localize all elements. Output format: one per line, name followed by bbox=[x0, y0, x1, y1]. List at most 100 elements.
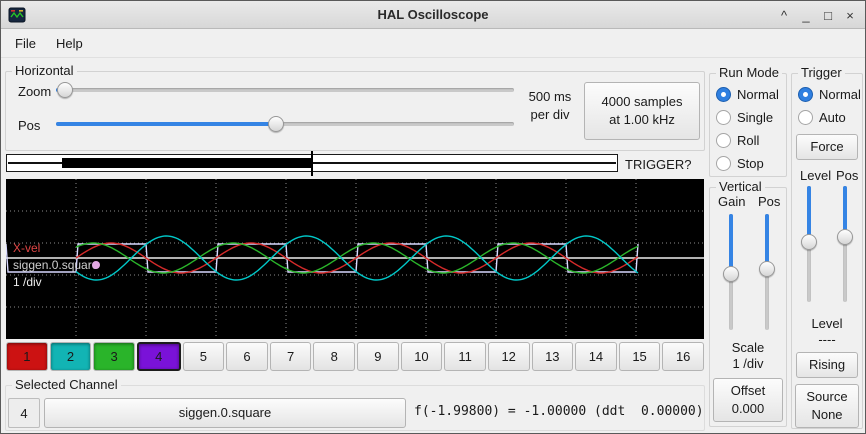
channel-button-14[interactable]: 14 bbox=[575, 342, 617, 371]
scope-display: X-vel siggen.0.square 1 /div bbox=[6, 179, 704, 339]
channel-number: 16 bbox=[676, 349, 690, 364]
pos-label: Pos bbox=[18, 118, 40, 133]
trigger-status-text: TRIGGER? bbox=[625, 157, 691, 172]
trigger-pos-label: Pos bbox=[836, 168, 858, 183]
per-div-line2: per div bbox=[520, 106, 580, 124]
pos-slider[interactable] bbox=[56, 114, 514, 134]
trigger-source-value: None bbox=[811, 406, 842, 424]
channel-button-row: 1 2 3 4 5 6 7 8 9 10 11 12 13 14 15 16 bbox=[6, 342, 704, 371]
channel-number: 14 bbox=[589, 349, 603, 364]
trigger-pos-slider[interactable] bbox=[836, 186, 854, 302]
close-button[interactable]: × bbox=[839, 4, 861, 26]
radio-icon[interactable] bbox=[716, 156, 731, 171]
radio-icon[interactable] bbox=[716, 87, 731, 102]
selected-trace-label: siggen.0.square bbox=[13, 258, 98, 272]
trigger-normal[interactable]: Normal bbox=[798, 86, 861, 102]
run-mode-normal[interactable]: Normal bbox=[716, 86, 779, 102]
offset-button[interactable]: Offset 0.000 bbox=[713, 378, 783, 422]
channel-number: 15 bbox=[632, 349, 646, 364]
run-mode-stop[interactable]: Stop bbox=[716, 155, 764, 171]
zoom-label: Zoom bbox=[18, 84, 51, 99]
force-button[interactable]: Force bbox=[796, 134, 858, 160]
trigger-edge-button[interactable]: Rising bbox=[796, 352, 858, 378]
run-mode-single[interactable]: Single bbox=[716, 109, 773, 125]
trigger-level-slider-handle[interactable] bbox=[801, 234, 817, 250]
app-icon bbox=[8, 6, 26, 24]
menu-item-file[interactable]: File bbox=[5, 32, 46, 55]
channel-button-16[interactable]: 16 bbox=[662, 342, 704, 371]
run-mode-group: Run Mode Normal Single Roll Stop bbox=[709, 73, 787, 177]
gain-slider-fill bbox=[729, 214, 733, 274]
vertical-pos-label: Pos bbox=[758, 194, 780, 209]
channel-number: 5 bbox=[200, 349, 207, 364]
channel-button-10[interactable]: 10 bbox=[401, 342, 443, 371]
trigger-auto[interactable]: Auto bbox=[798, 109, 846, 125]
trigger-source-button[interactable]: Source None bbox=[795, 384, 859, 428]
channel-number: 6 bbox=[243, 349, 250, 364]
offset-caption: Offset bbox=[731, 382, 765, 400]
channel-button-6[interactable]: 6 bbox=[226, 342, 268, 371]
trigger-pos-slider-handle[interactable] bbox=[837, 229, 853, 245]
maximize-button[interactable]: □ bbox=[817, 4, 839, 26]
channel-button-15[interactable]: 15 bbox=[619, 342, 661, 371]
channel-source-button[interactable]: siggen.0.square bbox=[44, 398, 406, 428]
radio-icon[interactable] bbox=[716, 133, 731, 148]
channel-button-11[interactable]: 11 bbox=[444, 342, 486, 371]
radio-label: Normal bbox=[737, 87, 779, 102]
pos-slider-handle[interactable] bbox=[268, 116, 284, 132]
channel-button-8[interactable]: 8 bbox=[313, 342, 355, 371]
trigger-group: Trigger Normal Auto Force Level Pos Leve… bbox=[791, 73, 863, 429]
selected-channel-label: Selected Channel bbox=[12, 377, 121, 392]
menubar: File Help bbox=[1, 30, 865, 58]
zoom-slider-handle[interactable] bbox=[57, 82, 73, 98]
channel-readout: f(-1.99800) = -1.00000 (ddt 0.00000) bbox=[414, 404, 704, 419]
minimize-button[interactable]: _ bbox=[795, 4, 817, 26]
trace-scale-label: 1 /div bbox=[13, 275, 42, 289]
trigger-source-caption: Source bbox=[806, 388, 847, 406]
per-div-line1: 500 ms bbox=[520, 88, 580, 106]
selected-channel-group: Selected Channel 4 siggen.0.square f(-1.… bbox=[5, 385, 705, 431]
samples-line1: 4000 samples bbox=[602, 93, 683, 111]
zoom-slider[interactable] bbox=[56, 80, 514, 100]
run-mode-group-label: Run Mode bbox=[716, 65, 782, 80]
vertical-pos-slider-handle[interactable] bbox=[759, 261, 775, 277]
radio-label: Roll bbox=[737, 133, 759, 148]
radio-label: Auto bbox=[819, 110, 846, 125]
vertical-pos-slider[interactable] bbox=[758, 214, 776, 330]
channel-number: 2 bbox=[67, 349, 74, 364]
trigger-level-value: ---- bbox=[792, 332, 862, 347]
record-timeline bbox=[6, 154, 618, 172]
channel-button-13[interactable]: 13 bbox=[532, 342, 574, 371]
channel-number: 3 bbox=[110, 349, 117, 364]
channel-button-3[interactable]: 3 bbox=[93, 342, 135, 371]
shade-button[interactable]: ^ bbox=[773, 4, 795, 26]
radio-icon[interactable] bbox=[798, 87, 813, 102]
channel-button-4[interactable]: 4 bbox=[137, 342, 181, 371]
channel-number: 8 bbox=[331, 349, 338, 364]
scope-waveforms bbox=[6, 179, 704, 339]
channel-button-2[interactable]: 2 bbox=[50, 342, 92, 371]
menu-item-help[interactable]: Help bbox=[46, 32, 93, 55]
radio-icon[interactable] bbox=[716, 110, 731, 125]
vertical-group: Vertical Gain Pos Scale 1 /div Offset 0.… bbox=[709, 187, 787, 427]
zoom-slider-track bbox=[56, 88, 514, 92]
channel-button-7[interactable]: 7 bbox=[270, 342, 312, 371]
radio-icon[interactable] bbox=[798, 110, 813, 125]
channel-button-12[interactable]: 12 bbox=[488, 342, 530, 371]
channel-number: 10 bbox=[414, 349, 428, 364]
gain-slider-handle[interactable] bbox=[723, 266, 739, 282]
scale-caption: Scale bbox=[710, 340, 786, 355]
channel-button-1[interactable]: 1 bbox=[6, 342, 48, 371]
channel-number: 4 bbox=[155, 349, 162, 364]
samples-button[interactable]: 4000 samples at 1.00 kHz bbox=[584, 82, 700, 140]
trace-label-red: X-vel bbox=[13, 241, 40, 255]
gain-slider[interactable] bbox=[722, 214, 740, 330]
trigger-group-label: Trigger bbox=[798, 65, 845, 80]
channel-button-9[interactable]: 9 bbox=[357, 342, 399, 371]
offset-value: 0.000 bbox=[732, 400, 765, 418]
run-mode-roll[interactable]: Roll bbox=[716, 132, 759, 148]
horizontal-group-label: Horizontal bbox=[12, 63, 77, 78]
channel-button-5[interactable]: 5 bbox=[183, 342, 225, 371]
radio-label: Single bbox=[737, 110, 773, 125]
trigger-level-slider[interactable] bbox=[800, 186, 818, 302]
